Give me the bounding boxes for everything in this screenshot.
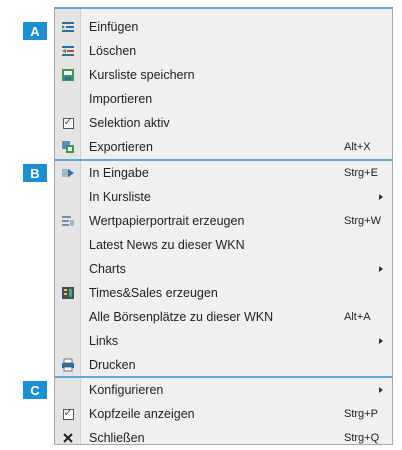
- menu-item-exportieren[interactable]: Exportieren Alt+X: [55, 135, 392, 159]
- save-list-icon: [61, 68, 75, 82]
- section-badge-b: B: [23, 164, 47, 182]
- menu-item-label: Kopfzeile anzeigen: [89, 407, 195, 421]
- export-icon: [61, 140, 75, 154]
- menu-item-label: Selektion aktiv: [89, 116, 170, 130]
- menu-item-label: In Eingabe: [89, 166, 149, 180]
- menu-item-wertpapierportrait[interactable]: Wertpapierportrait erzeugen Strg+W: [55, 209, 392, 233]
- submenu-arrow-icon: [379, 338, 383, 344]
- menu-item-charts[interactable]: Charts: [55, 257, 392, 281]
- menu-item-label: Löschen: [89, 44, 137, 58]
- menu-item-shortcut: Alt+A: [344, 311, 371, 323]
- menu-item-label: In Kursliste: [89, 190, 151, 204]
- menu-item-label: Drucken: [89, 358, 136, 372]
- menu-item-label: Schließen: [89, 431, 145, 445]
- printer-icon: [61, 358, 75, 372]
- context-menu: Einfügen Löschen Kursliste speichern Imp…: [54, 7, 393, 445]
- section-badge-a: A: [23, 22, 47, 40]
- menu-item-in-eingabe[interactable]: In Eingabe Strg+E: [55, 161, 392, 185]
- menu-item-konfigurieren[interactable]: Konfigurieren: [55, 378, 392, 402]
- menu-item-drucken[interactable]: Drucken: [55, 353, 392, 377]
- menu-item-importieren[interactable]: Importieren: [55, 87, 392, 111]
- portrait-icon: [61, 214, 75, 228]
- menu-item-label: Latest News zu dieser WKN: [89, 238, 245, 252]
- checkmark-icon: ✓: [62, 408, 74, 420]
- close-icon: [61, 431, 75, 445]
- menu-item-alle-boersenplaetze[interactable]: Alle Börsenplätze zu dieser WKN Alt+A: [55, 305, 392, 329]
- menu-item-shortcut: Strg+P: [344, 408, 378, 420]
- menu-item-in-kursliste[interactable]: In Kursliste: [55, 185, 392, 209]
- menu-item-shortcut: Strg+Q: [344, 432, 380, 444]
- menu-item-label: Charts: [89, 262, 126, 276]
- menu-item-label: Alle Börsenplätze zu dieser WKN: [89, 310, 274, 324]
- menu-item-label: Exportieren: [89, 140, 153, 154]
- checkmark-icon: ✓: [62, 117, 74, 129]
- menu-item-loeschen[interactable]: Löschen: [55, 39, 392, 63]
- menu-item-kopfzeile-anzeigen[interactable]: ✓ Kopfzeile anzeigen Strg+P: [55, 402, 392, 426]
- insert-icon: [61, 20, 75, 34]
- menu-item-label: Kursliste speichern: [89, 68, 195, 82]
- menu-item-label: Times&Sales erzeugen: [89, 286, 218, 300]
- menu-item-links[interactable]: Links: [55, 329, 392, 353]
- menu-item-shortcut: Strg+W: [344, 215, 381, 227]
- menu-item-label: Wertpapierportrait erzeugen: [89, 214, 245, 228]
- menu-item-label: Links: [89, 334, 119, 348]
- menu-item-latest-news[interactable]: Latest News zu dieser WKN: [55, 233, 392, 257]
- menu-item-shortcut: Alt+X: [344, 141, 371, 153]
- menu-item-schliessen[interactable]: Schließen Strg+Q: [55, 426, 392, 450]
- checkbox[interactable]: ✓: [61, 407, 75, 421]
- menu-item-times-sales[interactable]: Times&Sales erzeugen: [55, 281, 392, 305]
- input-icon: [61, 166, 75, 180]
- times-sales-icon: [61, 286, 75, 300]
- menu-item-label: Einfügen: [89, 20, 139, 34]
- menu-item-kursliste-speichern[interactable]: Kursliste speichern: [55, 63, 392, 87]
- checkbox[interactable]: ✓: [61, 116, 75, 130]
- delete-icon: [61, 44, 75, 58]
- menu-item-label: Importieren: [89, 92, 153, 106]
- menu-item-shortcut: Strg+E: [344, 167, 378, 179]
- section-a-top-line: [55, 7, 393, 9]
- section-badge-c: C: [23, 381, 47, 399]
- submenu-arrow-icon: [379, 194, 383, 200]
- menu-item-label: Konfigurieren: [89, 383, 164, 397]
- submenu-arrow-icon: [379, 387, 383, 393]
- submenu-arrow-icon: [379, 266, 383, 272]
- menu-item-einfuegen[interactable]: Einfügen: [55, 15, 392, 39]
- menu-item-selektion-aktiv[interactable]: ✓ Selektion aktiv: [55, 111, 392, 135]
